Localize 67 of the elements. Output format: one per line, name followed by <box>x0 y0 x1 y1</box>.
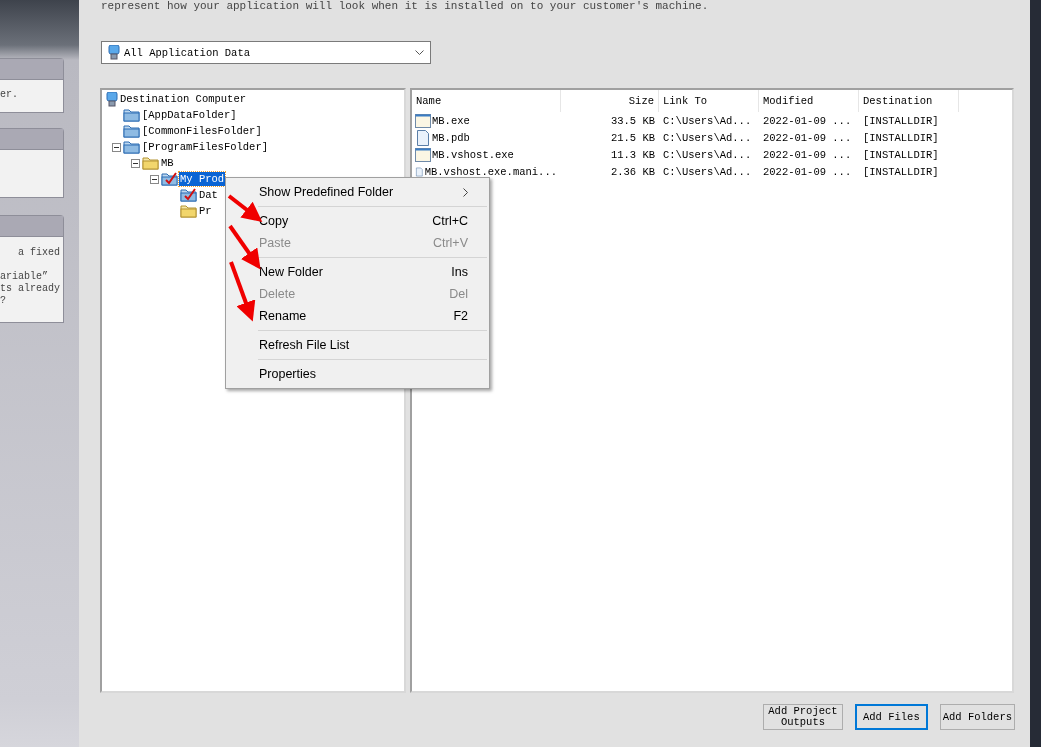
folder-icon <box>123 108 140 122</box>
table-cell: [INSTALLDIR] <box>863 114 939 127</box>
action-button[interactable]: Add Project Outputs <box>762 704 843 730</box>
menu-item[interactable]: Show Predefined Folder <box>228 181 487 203</box>
file-name[interactable]: MB.vshost.exe <box>432 148 514 161</box>
collapse-icon[interactable] <box>112 142 121 152</box>
card-text: a fixed <box>17 247 61 259</box>
menu-item[interactable]: Copy Ctrl+C <box>228 210 487 232</box>
tree-item[interactable]: MB <box>160 156 175 170</box>
table-cell: 2022-01-09 ... <box>763 114 852 127</box>
column-header[interactable]: Name <box>412 90 561 112</box>
folder-icon <box>180 204 197 218</box>
table-cell: 21.5 KB <box>610 131 655 144</box>
table-cell: [INSTALLDIR] <box>863 131 939 144</box>
tree-item[interactable]: [ProgramFilesFolder] <box>141 140 270 154</box>
menu-item[interactable]: Properties <box>228 363 487 385</box>
tree-item[interactable]: My Prod <box>179 172 226 186</box>
tree-item[interactable]: Dat <box>198 188 219 202</box>
file-name[interactable]: MB.exe <box>432 114 470 127</box>
window-file-icon <box>415 146 431 163</box>
menu-item[interactable]: Refresh File List <box>228 334 487 356</box>
action-button[interactable]: Add Files <box>854 704 928 730</box>
checked-folder-icon <box>180 188 197 202</box>
card-text: ? <box>0 295 7 307</box>
table-cell: C:\Users\Ad... <box>663 131 752 144</box>
table-cell: 2022-01-09 ... <box>763 165 852 178</box>
column-header[interactable]: Modified <box>759 90 859 112</box>
column-header[interactable]: Destination <box>859 90 959 112</box>
annotation-arrow <box>229 261 256 322</box>
table-cell: C:\Users\Ad... <box>663 114 752 127</box>
folder-icon <box>142 156 159 170</box>
folder-icon <box>123 140 140 154</box>
table-cell: 2022-01-09 ... <box>763 131 852 144</box>
window-file-icon <box>415 112 431 129</box>
action-button[interactable]: Add Folders <box>939 704 1015 730</box>
checked-folder-icon <box>161 172 178 186</box>
table-cell: [INSTALLDIR] <box>863 165 939 178</box>
file-name[interactable]: MB.vshost.exe.mani... <box>424 165 557 178</box>
menu-item[interactable]: Rename F2 <box>228 305 487 327</box>
column-header[interactable]: Link To <box>659 90 759 112</box>
file-icon <box>415 129 431 146</box>
intro-text: represent how your application will look when it is installed on to your customer's machine. <box>101 0 710 13</box>
table-cell: 11.3 KB <box>610 148 655 161</box>
table-cell: 2022-01-09 ... <box>763 148 852 161</box>
computer-icon <box>108 45 120 60</box>
annotation-arrow <box>228 224 261 270</box>
table-cell: C:\Users\Ad... <box>663 148 752 161</box>
table-cell: C:\Users\Ad... <box>663 165 752 178</box>
column-header[interactable]: Size <box>561 90 659 112</box>
tree-item[interactable]: Pr <box>198 204 213 218</box>
collapse-icon[interactable] <box>150 174 159 184</box>
folder-icon <box>123 124 140 138</box>
card-text: er. <box>0 89 19 101</box>
card-text: ts already <box>0 283 61 295</box>
table-cell: 33.5 KB <box>610 114 655 127</box>
menu-item[interactable]: New Folder Ins <box>228 261 487 283</box>
caret-icon <box>415 50 424 55</box>
table-cell: [INSTALLDIR] <box>863 148 939 161</box>
file-name[interactable]: MB.pdb <box>432 131 470 144</box>
card-text: ariable” <box>0 271 49 283</box>
tree-item[interactable]: [AppDataFolder] <box>141 108 238 122</box>
view-dropdown[interactable]: All Application Data <box>101 41 431 64</box>
tree-item[interactable]: [CommonFilesFolder] <box>141 124 263 138</box>
table-cell: 2.36 KB <box>610 165 655 178</box>
collapse-icon[interactable] <box>131 158 140 168</box>
tree-item[interactable]: Destination Computer <box>119 92 248 106</box>
computer-icon <box>106 91 118 107</box>
